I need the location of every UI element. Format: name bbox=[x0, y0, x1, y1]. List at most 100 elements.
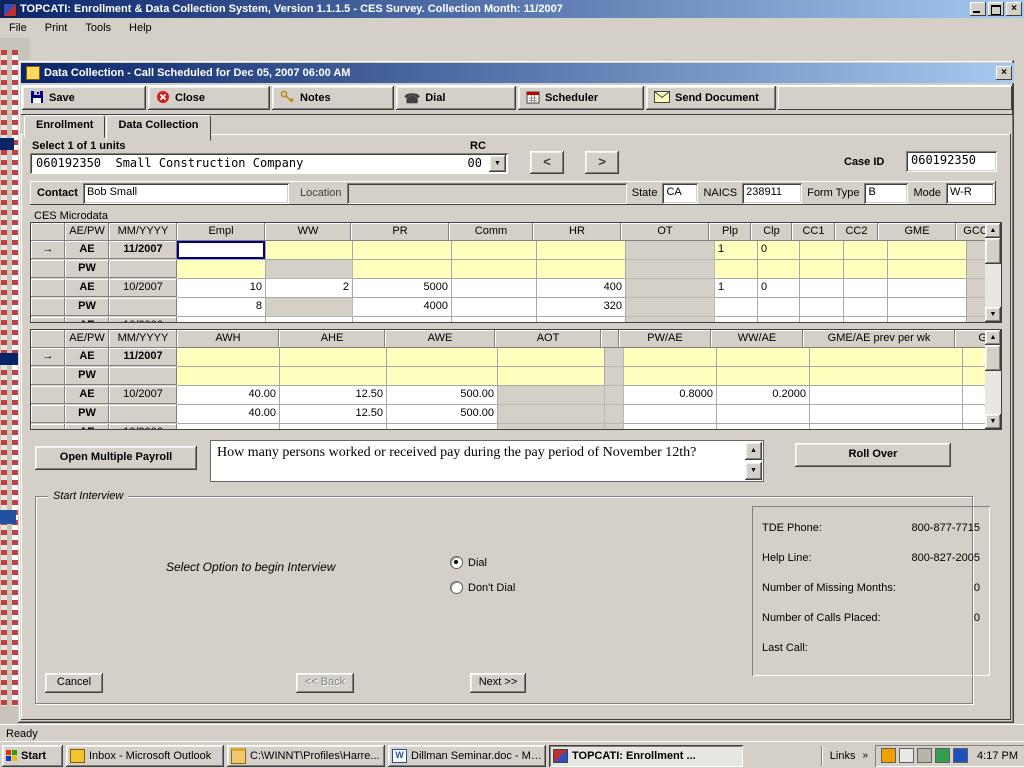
grid-cell[interactable] bbox=[810, 405, 963, 424]
grid-cell[interactable] bbox=[810, 367, 963, 386]
chevron-icon[interactable]: » bbox=[862, 750, 872, 761]
grid-cell[interactable] bbox=[177, 424, 280, 430]
grid-cell[interactable] bbox=[266, 260, 353, 279]
grid-cell[interactable]: 8 bbox=[177, 298, 266, 317]
vertical-scrollbar[interactable]: ▲ ▼ bbox=[985, 330, 1001, 429]
grid-cell[interactable] bbox=[800, 317, 844, 323]
grid-cell[interactable] bbox=[353, 260, 452, 279]
grid-cell[interactable]: 40.00 bbox=[177, 405, 280, 424]
menu-file[interactable]: File bbox=[0, 19, 36, 37]
send-document-button[interactable]: Send Document bbox=[646, 86, 776, 110]
grid-cell[interactable]: 5000 bbox=[353, 279, 452, 298]
grid-cell[interactable] bbox=[844, 241, 888, 260]
grid-cell[interactable]: 12.50 bbox=[280, 405, 387, 424]
grid-cell[interactable] bbox=[715, 260, 758, 279]
grid-cell[interactable] bbox=[605, 367, 624, 386]
grid-cell[interactable] bbox=[800, 241, 844, 260]
grid-cell[interactable] bbox=[605, 348, 624, 367]
grid-cell[interactable] bbox=[758, 298, 800, 317]
radio-dial[interactable]: Dial bbox=[450, 556, 487, 569]
taskbar-item-topcati[interactable]: TOPCATI: Enrollment ... bbox=[549, 745, 743, 767]
grid-cell[interactable]: 1 bbox=[715, 279, 758, 298]
grid-cell[interactable]: 1 bbox=[715, 241, 758, 260]
grid-cell[interactable] bbox=[266, 317, 353, 323]
grid-cell[interactable] bbox=[624, 367, 717, 386]
scroll-up-icon[interactable]: ▲ bbox=[985, 223, 1001, 238]
tray-reminder-icon[interactable] bbox=[881, 748, 896, 763]
grid-cell[interactable] bbox=[810, 386, 963, 405]
grid-cell[interactable]: 10 bbox=[177, 279, 266, 298]
grid-cell[interactable] bbox=[715, 317, 758, 323]
location-field[interactable] bbox=[347, 183, 627, 204]
radio-dont-dial[interactable]: Don't Dial bbox=[450, 581, 515, 594]
tray-network-icon[interactable] bbox=[953, 748, 968, 763]
grid-cell[interactable] bbox=[452, 298, 537, 317]
grid-cell[interactable] bbox=[810, 348, 963, 367]
unit-combobox[interactable]: 060192350 Small Construction Company 00 … bbox=[30, 153, 508, 174]
grid-cell[interactable] bbox=[717, 405, 810, 424]
tray-display-icon[interactable] bbox=[899, 748, 914, 763]
taskbar-item-word[interactable]: W Dillman Seminar.doc - Mic... bbox=[388, 745, 546, 767]
grid-cell[interactable] bbox=[800, 260, 844, 279]
combo-dropdown-icon[interactable]: ▼ bbox=[489, 155, 506, 172]
scroll-up-icon[interactable]: ▲ bbox=[745, 442, 762, 460]
back-button[interactable]: << Back bbox=[296, 673, 354, 693]
grid-cell[interactable] bbox=[537, 241, 626, 260]
cancel-button[interactable]: Cancel bbox=[45, 673, 103, 693]
scroll-down-icon[interactable]: ▼ bbox=[985, 307, 1001, 322]
grid-cell[interactable] bbox=[177, 260, 266, 279]
links-toolbar[interactable]: Links bbox=[826, 750, 860, 762]
taskbar-item-outlook[interactable]: Inbox - Microsoft Outlook bbox=[66, 745, 224, 767]
previous-unit-button[interactable]: < bbox=[530, 151, 564, 174]
grid-cell[interactable] bbox=[888, 241, 967, 260]
grid-cell[interactable] bbox=[800, 298, 844, 317]
roll-over-button[interactable]: Roll Over bbox=[795, 443, 951, 467]
next-button[interactable]: Next >> bbox=[470, 673, 526, 693]
grid-cell[interactable] bbox=[353, 241, 452, 260]
scroll-down-icon[interactable]: ▼ bbox=[985, 414, 1001, 429]
grid-cell[interactable] bbox=[626, 279, 715, 298]
grid-cell[interactable]: 0 bbox=[758, 279, 800, 298]
contact-field[interactable]: Bob Small bbox=[83, 183, 289, 204]
grid-cell[interactable] bbox=[626, 241, 715, 260]
grid-cell[interactable] bbox=[177, 241, 266, 260]
grid-cell[interactable] bbox=[537, 260, 626, 279]
grid-cell[interactable]: 4000 bbox=[353, 298, 452, 317]
grid-cell[interactable] bbox=[844, 317, 888, 323]
question-scroll[interactable]: ▲ ▼ bbox=[745, 442, 762, 480]
tab-enrollment[interactable]: Enrollment bbox=[24, 115, 105, 138]
grid-cell[interactable] bbox=[452, 317, 537, 323]
grid-cell[interactable] bbox=[888, 298, 967, 317]
menu-print[interactable]: Print bbox=[36, 19, 77, 37]
grid-cell[interactable] bbox=[177, 317, 266, 323]
grid-cell[interactable] bbox=[266, 298, 353, 317]
grid-cell[interactable] bbox=[626, 317, 715, 323]
grid-cell[interactable] bbox=[605, 424, 624, 430]
grid-cell[interactable] bbox=[387, 367, 498, 386]
grid-cell[interactable] bbox=[844, 279, 888, 298]
grid-cell[interactable] bbox=[626, 298, 715, 317]
tab-data-collection[interactable]: Data Collection bbox=[106, 115, 210, 141]
grid-cell[interactable]: 320 bbox=[537, 298, 626, 317]
grid-cell[interactable] bbox=[624, 424, 717, 430]
grid-cell[interactable] bbox=[498, 386, 605, 405]
tray-antivirus-icon[interactable] bbox=[935, 748, 950, 763]
open-multiple-payroll-button[interactable]: Open Multiple Payroll bbox=[35, 446, 197, 470]
grid-cell[interactable] bbox=[498, 367, 605, 386]
grid-cell[interactable] bbox=[177, 367, 280, 386]
minimize-button[interactable] bbox=[970, 2, 986, 16]
next-unit-button[interactable]: > bbox=[585, 151, 619, 174]
grid-cell[interactable] bbox=[810, 424, 963, 430]
grid-cell[interactable] bbox=[888, 260, 967, 279]
grid-cell[interactable] bbox=[266, 241, 353, 260]
grid-cell[interactable] bbox=[280, 424, 387, 430]
grid-cell[interactable]: 0.2000 bbox=[717, 386, 810, 405]
dialog-close-button[interactable]: × bbox=[996, 66, 1012, 80]
grid-cell[interactable] bbox=[498, 348, 605, 367]
menu-help[interactable]: Help bbox=[120, 19, 161, 37]
grid-cell[interactable] bbox=[624, 348, 717, 367]
grid-cell[interactable] bbox=[800, 279, 844, 298]
close-button[interactable]: × bbox=[1006, 2, 1022, 16]
grid-cell[interactable] bbox=[888, 317, 967, 323]
scroll-thumb[interactable] bbox=[985, 345, 1001, 371]
